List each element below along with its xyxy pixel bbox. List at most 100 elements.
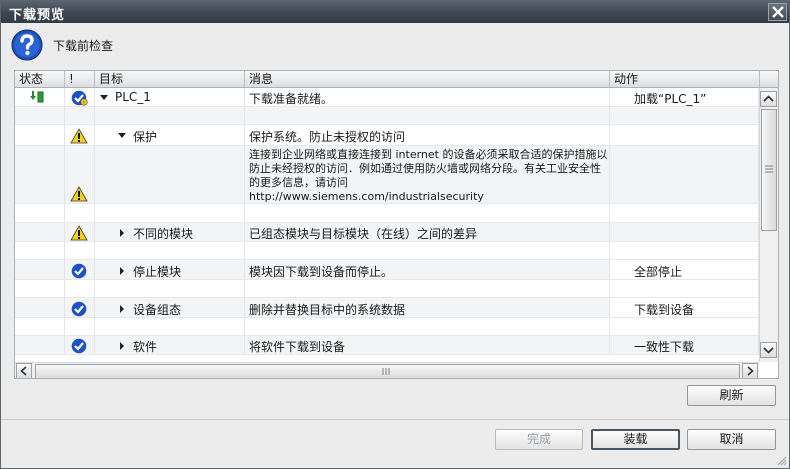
status-cell bbox=[15, 125, 65, 146]
table-row[interactable]: 设备组态 删除并替换目标中的系统数据 下载到设备 bbox=[15, 298, 759, 318]
chevron-down-icon bbox=[763, 347, 774, 354]
status-cell bbox=[15, 280, 65, 298]
target-cell bbox=[95, 204, 245, 223]
action-value: 一致性下载 bbox=[634, 340, 695, 354]
target-cell: 停止模块 bbox=[95, 260, 245, 280]
ok-icon bbox=[71, 338, 87, 354]
refresh-button[interactable]: 刷新 bbox=[687, 385, 776, 406]
ok-icon: ! bbox=[71, 90, 88, 106]
divider bbox=[1, 419, 789, 420]
message-cell: 下载准备就绪。 bbox=[245, 88, 610, 107]
action-cell[interactable]: 全部停止 bbox=[610, 260, 759, 280]
flag-cell bbox=[65, 242, 95, 260]
action-cell bbox=[610, 280, 759, 298]
action-value: 下载到设备 bbox=[634, 303, 695, 317]
cancel-button[interactable]: 取消 bbox=[687, 429, 776, 450]
flag-cell bbox=[65, 298, 95, 318]
close-icon bbox=[772, 6, 784, 18]
collapse-arrow-icon[interactable] bbox=[117, 341, 127, 351]
table-row[interactable] bbox=[15, 107, 759, 125]
column-header-status[interactable]: 状态 bbox=[15, 71, 65, 87]
flag-cell bbox=[65, 146, 95, 204]
ok-icon bbox=[71, 263, 87, 279]
table-row[interactable]: 停止模块 模块因下载到设备而停止。 全部停止 bbox=[15, 260, 759, 280]
target-cell: 保护 bbox=[95, 125, 245, 146]
finish-button[interactable]: 完成 bbox=[495, 429, 583, 450]
load-button[interactable]: 装载 bbox=[591, 429, 680, 450]
status-cell bbox=[15, 336, 65, 355]
table-row[interactable]: 软件 将软件下载到设备 一致性下载 bbox=[15, 336, 759, 355]
target-cell: 软件 bbox=[95, 336, 245, 355]
vertical-scrollbar[interactable] bbox=[759, 88, 778, 362]
message-cell bbox=[245, 280, 610, 298]
download-preview-dialog: 下载预览 下载前检查 状态 ! 目标 消息 动作 ! PLC_1 下载准备就绪。 加载… bbox=[0, 0, 790, 469]
target-cell bbox=[95, 242, 245, 260]
download-status-icon bbox=[30, 91, 44, 103]
vertical-scroll-thumb[interactable] bbox=[761, 109, 777, 231]
status-cell bbox=[15, 146, 65, 204]
flag-cell bbox=[65, 336, 95, 355]
horizontal-scrollbar[interactable] bbox=[15, 362, 759, 378]
flag-cell bbox=[65, 107, 95, 125]
collapse-arrow-icon[interactable] bbox=[117, 266, 127, 276]
table-row[interactable]: 连接到企业网络或直接连接到 internet 的设备必须采取合适的保护措施以防止… bbox=[15, 146, 759, 204]
message-cell bbox=[245, 318, 610, 336]
column-header-action[interactable]: 动作 bbox=[610, 71, 760, 87]
window-title: 下载预览 bbox=[9, 8, 66, 23]
expand-arrow-icon[interactable] bbox=[117, 131, 127, 141]
chevron-right-icon bbox=[747, 366, 754, 376]
action-cell[interactable]: 一致性下载 bbox=[610, 336, 759, 355]
action-cell[interactable]: 下载到设备 bbox=[610, 298, 759, 318]
table-row[interactable] bbox=[15, 318, 759, 336]
table-row[interactable]: 保护 保护系统。防止未授权的访问 bbox=[15, 125, 759, 146]
flag-cell bbox=[65, 280, 95, 298]
table-row[interactable] bbox=[15, 280, 759, 298]
title-bar[interactable]: 下载预览 bbox=[1, 1, 789, 23]
column-header-target[interactable]: 目标 bbox=[95, 71, 245, 87]
collapse-arrow-icon[interactable] bbox=[117, 228, 127, 238]
target-cell: 不同的模块 bbox=[95, 223, 245, 242]
question-icon bbox=[11, 29, 43, 61]
table-header: 状态 ! 目标 消息 动作 bbox=[15, 71, 778, 88]
target-cell: PLC_1 bbox=[95, 88, 245, 107]
scroll-up-button[interactable] bbox=[760, 91, 777, 107]
status-cell bbox=[15, 107, 65, 125]
resize-grip-icon[interactable] bbox=[777, 456, 787, 466]
header-text: 下载前检查 bbox=[53, 39, 114, 53]
status-cell bbox=[15, 260, 65, 280]
close-button[interactable] bbox=[768, 3, 787, 21]
target-label: 保护 bbox=[133, 130, 158, 144]
expand-arrow-icon[interactable] bbox=[99, 93, 109, 103]
action-cell[interactable]: 加载“PLC_1” bbox=[610, 88, 759, 107]
message-text: 已组态模块与目标模块（在线）之间的差异 bbox=[249, 227, 478, 241]
horizontal-scroll-thumb[interactable] bbox=[35, 364, 740, 378]
flag-cell bbox=[65, 318, 95, 336]
message-cell: 连接到企业网络或直接连接到 internet 的设备必须采取合适的保护措施以防止… bbox=[245, 146, 610, 204]
scroll-right-button[interactable] bbox=[742, 363, 758, 378]
flag-cell bbox=[65, 125, 95, 146]
action-cell bbox=[610, 146, 759, 204]
message-text: 模块因下载到设备而停止。 bbox=[249, 265, 394, 279]
message-cell: 将软件下载到设备 bbox=[245, 336, 610, 355]
target-cell bbox=[95, 280, 245, 298]
target-label: 不同的模块 bbox=[133, 227, 194, 241]
collapse-arrow-icon[interactable] bbox=[117, 304, 127, 314]
scroll-down-button[interactable] bbox=[760, 342, 777, 358]
scroll-left-button[interactable] bbox=[16, 363, 32, 378]
target-cell bbox=[95, 107, 245, 125]
message-cell: 已组态模块与目标模块（在线）之间的差异 bbox=[245, 223, 610, 242]
table-row[interactable] bbox=[15, 242, 759, 260]
table-body: ! PLC_1 下载准备就绪。 加载“PLC_1” 保护 保护系统。防止未授权的访问 连接到… bbox=[15, 88, 759, 362]
table-row[interactable]: ! PLC_1 下载准备就绪。 加载“PLC_1” bbox=[15, 88, 759, 107]
target-cell bbox=[95, 146, 245, 204]
flag-cell bbox=[65, 223, 95, 242]
column-header-flag[interactable]: ! bbox=[65, 71, 95, 87]
flag-cell: ! bbox=[65, 88, 95, 107]
chevron-left-icon bbox=[20, 366, 27, 376]
action-value: 全部停止 bbox=[634, 265, 683, 279]
table-row[interactable]: 不同的模块 已组态模块与目标模块（在线）之间的差异 bbox=[15, 223, 759, 242]
status-cell bbox=[15, 204, 65, 223]
target-label: 停止模块 bbox=[133, 265, 182, 279]
column-header-message[interactable]: 消息 bbox=[245, 71, 610, 87]
table-row[interactable] bbox=[15, 204, 759, 223]
